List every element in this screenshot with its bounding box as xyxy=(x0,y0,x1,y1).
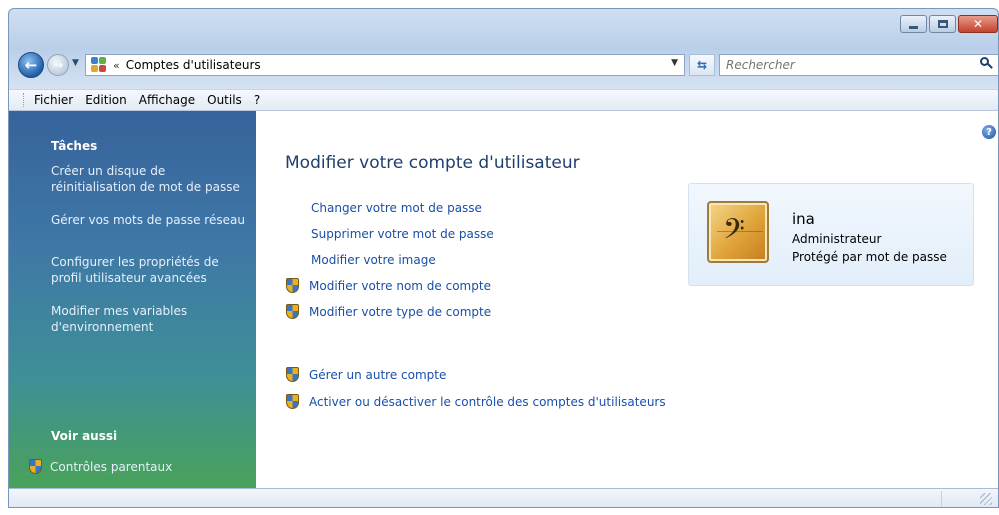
parental-controls-icon xyxy=(29,459,42,474)
uac-shield-icon xyxy=(286,304,299,319)
see-also-heading: Voir aussi xyxy=(51,429,118,443)
link-manage-other-account[interactable]: Gérer un autre compte xyxy=(286,367,446,382)
back-arrow-icon: ← xyxy=(24,56,38,74)
explorer-window: ✕ ← → ▼ « Comptes d'utilisateurs ▼ ⇆ Fic… xyxy=(8,8,999,508)
sidebar-link-profile-properties[interactable]: Configurer les propriétés de profil util… xyxy=(51,254,251,286)
navigation-bar: ← → ▼ « Comptes d'utilisateurs ▼ ⇆ xyxy=(9,52,998,80)
uac-shield-icon xyxy=(286,394,299,409)
link-change-password[interactable]: Changer votre mot de passe xyxy=(311,201,482,215)
search-box[interactable] xyxy=(719,54,998,76)
link-change-picture[interactable]: Modifier votre image xyxy=(311,253,436,267)
minimize-icon xyxy=(909,25,918,29)
link-toggle-uac[interactable]: Activer ou désactiver le contrôle des co… xyxy=(286,394,666,409)
search-icon[interactable] xyxy=(979,57,993,71)
uac-shield-icon xyxy=(286,278,299,293)
page-title: Modifier votre compte d'utilisateur xyxy=(285,153,580,173)
back-button[interactable]: ← xyxy=(18,52,44,78)
resize-grip[interactable] xyxy=(980,493,992,505)
window-controls: ✕ xyxy=(900,15,998,33)
refresh-icon: ⇆ xyxy=(696,58,708,72)
task-pane: Tâches Créer un disque de réinitialisati… xyxy=(9,111,256,488)
sidebar-link-environment-variables[interactable]: Modifier mes variables d'environnement xyxy=(51,303,251,335)
help-icon[interactable]: ? xyxy=(982,125,996,139)
link-change-account-type[interactable]: Modifier votre type de compte xyxy=(286,304,491,319)
link-remove-password[interactable]: Supprimer votre mot de passe xyxy=(311,227,494,241)
minimize-button[interactable] xyxy=(900,15,927,33)
forward-button[interactable]: → xyxy=(47,54,69,76)
recent-pages-button[interactable]: ▼ xyxy=(72,58,79,68)
address-dropdown-icon[interactable]: ▼ xyxy=(671,58,678,68)
status-separator xyxy=(941,491,942,507)
menu-help[interactable]: ? xyxy=(254,93,260,107)
content-area: Tâches Créer un disque de réinitialisati… xyxy=(9,111,998,488)
menu-fichier[interactable]: Fichier xyxy=(34,93,73,107)
close-icon: ✕ xyxy=(972,17,984,31)
menu-bar: Fichier Edition Affichage Outils ? xyxy=(9,89,998,111)
close-button[interactable]: ✕ xyxy=(958,15,998,33)
menubar-grip xyxy=(23,93,26,107)
link-change-account-name[interactable]: Modifier votre nom de compte xyxy=(286,278,491,293)
sidebar-link-parental-controls[interactable]: Contrôles parentaux xyxy=(29,459,172,474)
address-bar[interactable]: « Comptes d'utilisateurs ▼ xyxy=(85,54,685,76)
sidebar-link-reset-disk[interactable]: Créer un disque de réinitialisation de m… xyxy=(51,163,251,195)
user-protection-status: Protégé par mot de passe xyxy=(792,250,947,264)
menu-edition[interactable]: Edition xyxy=(85,93,127,107)
tasks-heading: Tâches xyxy=(51,139,98,153)
uac-shield-icon xyxy=(286,367,299,382)
status-bar xyxy=(9,488,998,507)
users-folder-icon xyxy=(91,57,107,73)
refresh-button[interactable]: ⇆ xyxy=(689,54,715,76)
bass-clef-icon[interactable]: 𝄢 xyxy=(707,201,769,263)
sidebar-link-network-passwords[interactable]: Gérer vos mots de passe réseau xyxy=(51,212,251,228)
menu-affichage[interactable]: Affichage xyxy=(139,93,195,107)
user-name: ina xyxy=(792,210,815,228)
breadcrumb-current[interactable]: Comptes d'utilisateurs xyxy=(126,58,261,72)
user-role: Administrateur xyxy=(792,232,882,246)
user-account-card: 𝄢 ina Administrateur Protégé par mot de … xyxy=(688,183,974,286)
menu-outils[interactable]: Outils xyxy=(207,93,242,107)
forward-arrow-icon: → xyxy=(52,58,64,72)
maximize-button[interactable] xyxy=(929,15,956,33)
breadcrumb-overflow[interactable]: « xyxy=(113,59,120,72)
maximize-icon xyxy=(937,20,948,28)
search-input[interactable] xyxy=(726,58,966,72)
